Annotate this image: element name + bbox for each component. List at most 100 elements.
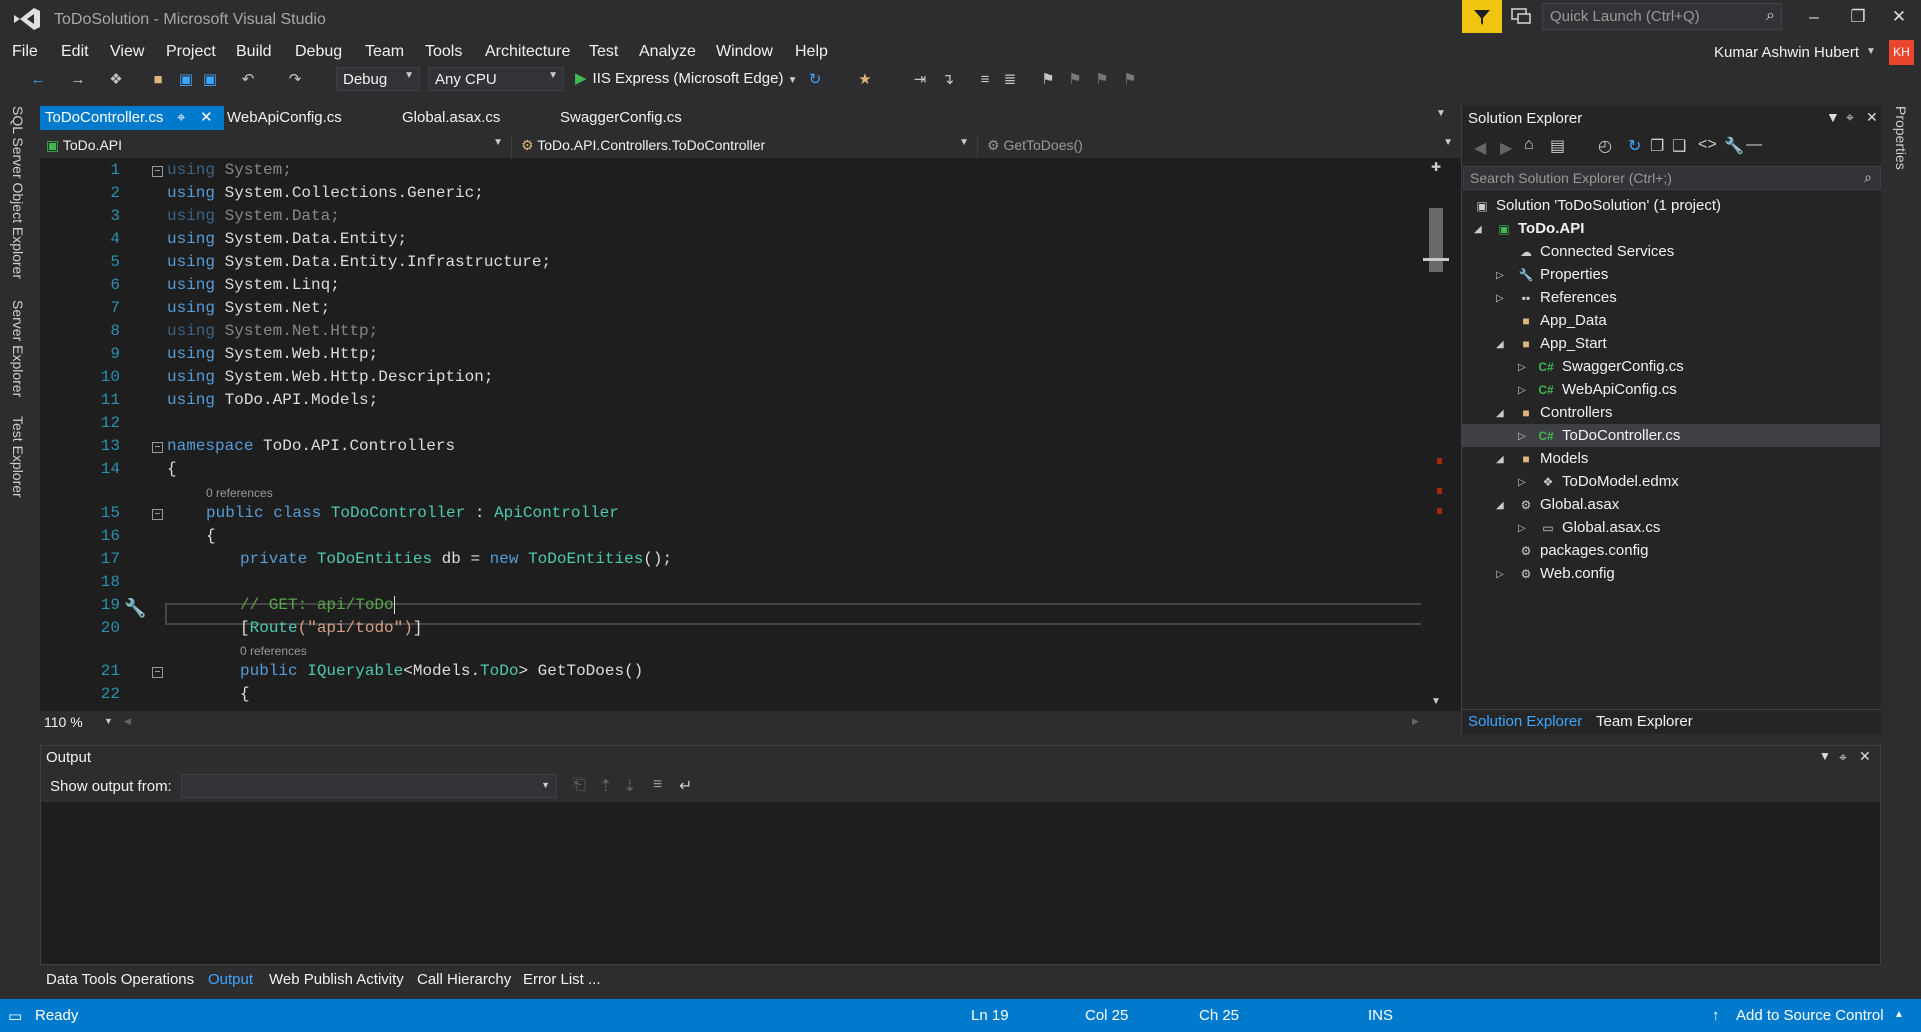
menu-debug[interactable]: Debug — [295, 43, 342, 61]
word-wrap-icon[interactable]: ↵ — [679, 776, 692, 796]
menu-tools[interactable]: Tools — [425, 43, 462, 61]
add-to-source-control-button[interactable]: Add to Source Control — [1736, 1007, 1884, 1024]
show-all-files-icon[interactable]: ❑ — [1672, 136, 1686, 156]
undo-icon[interactable]: ↶ — [238, 71, 258, 89]
previous-bookmark-icon[interactable]: ⚑ — [1065, 71, 1085, 89]
redo-icon[interactable]: ↷ — [285, 71, 305, 89]
class-dropdown[interactable]: ⚙ ToDo.API.Controllers.ToDoController ▼ — [515, 134, 978, 158]
tree-item-todocontroller[interactable]: ▷ C# ToDoController.cs — [1462, 424, 1880, 447]
start-debugging-button[interactable]: ▶ IIS Express (Microsoft Edge) ▼ — [575, 69, 798, 87]
close-button[interactable]: ✕ — [1882, 4, 1916, 30]
collapsed-icon[interactable]: ▷ — [1496, 287, 1504, 310]
project-dropdown[interactable]: ▣ ToDo.API ▼ — [40, 134, 512, 158]
expanded-icon[interactable]: ◢ — [1496, 333, 1504, 356]
window-position-icon[interactable]: ▼ — [1826, 109, 1840, 125]
scroll-down-icon[interactable]: ▼ — [1431, 696, 1441, 707]
collapse-icon[interactable]: − — [152, 166, 163, 177]
menu-window[interactable]: Window — [716, 43, 773, 61]
menu-analyze[interactable]: Analyze — [639, 43, 696, 61]
next-bookmark-icon[interactable]: ⚑ — [1092, 71, 1112, 89]
solution-search-input[interactable]: Search Solution Explorer (Ctrl+;) ⌕ — [1463, 166, 1881, 190]
uncomment-lines-icon[interactable]: ≣ — [1000, 71, 1020, 89]
expanded-icon[interactable]: ◢ — [1496, 448, 1504, 471]
collapse-icon[interactable]: − — [152, 442, 163, 453]
home-icon[interactable]: ⌂ — [1524, 136, 1534, 154]
split-icon[interactable]: ✚ — [1431, 160, 1441, 174]
tree-item-todomodel[interactable]: ▷ ❖ ToDoModel.edmx — [1462, 470, 1880, 493]
scroll-left-icon[interactable]: ◀ — [124, 716, 131, 727]
restore-button[interactable]: ❐ — [1841, 4, 1875, 30]
switch-views-icon[interactable]: ▤ — [1550, 136, 1565, 156]
menu-build[interactable]: Build — [236, 43, 272, 61]
clear-bookmarks-icon[interactable]: ⚑ — [1120, 71, 1140, 89]
navigate-back-icon[interactable]: ← — [28, 71, 48, 89]
tree-item-solution[interactable]: ▣ Solution 'ToDoSolution' (1 project) — [1462, 194, 1880, 217]
menu-test[interactable]: Test — [589, 43, 618, 61]
chevron-up-icon[interactable]: ▲ — [1894, 1009, 1904, 1020]
clear-all-icon[interactable]: ≡ — [653, 776, 662, 794]
tree-item-app-data[interactable]: ■ App_Data — [1462, 309, 1880, 332]
collapsed-icon[interactable]: ▷ — [1518, 517, 1526, 540]
tab-error-list[interactable]: Error List ... — [523, 971, 601, 988]
member-dropdown[interactable]: ⚙ GetToDoes() ▼ — [981, 134, 1461, 158]
collapse-all-icon[interactable]: ❐ — [1650, 136, 1664, 156]
preview-icon[interactable]: — — [1746, 136, 1762, 154]
close-icon[interactable]: ✕ — [1859, 748, 1871, 765]
output-source-select[interactable]: ▼ — [181, 774, 557, 798]
menu-team[interactable]: Team — [365, 43, 404, 61]
expanded-icon[interactable]: ◢ — [1474, 218, 1482, 241]
tab-swaggerconfig[interactable]: SwaggerConfig.cs — [555, 106, 687, 130]
tab-call-hierarchy[interactable]: Call Hierarchy — [417, 971, 511, 988]
window-position-icon[interactable]: ▼ — [1819, 749, 1831, 763]
tree-item-web-config[interactable]: ▷ ⚙ Web.config — [1462, 562, 1880, 585]
sql-server-object-explorer-tab[interactable]: SQL Server Object Explorer — [10, 106, 26, 279]
tree-item-project[interactable]: ◢ ▣ ToDo.API — [1462, 217, 1880, 240]
codelens-references[interactable]: 0 references — [206, 486, 273, 500]
code-editor[interactable]: 1 2 3 4 5 6 7 8 9 10 11 12 13 14 15 16 1… — [40, 158, 1461, 711]
browser-link-icon[interactable]: ★ — [855, 71, 875, 89]
tree-item-global-asax[interactable]: ◢ ⚙ Global.asax — [1462, 493, 1880, 516]
pin-icon[interactable]: ⌖ — [1839, 749, 1847, 766]
tree-item-webapiconfig[interactable]: ▷ C# WebApiConfig.cs — [1462, 378, 1880, 401]
tree-item-properties[interactable]: ▷ 🔧 Properties — [1462, 263, 1880, 286]
tab-overflow-chevron-icon[interactable]: ▼ — [1436, 108, 1446, 119]
collapsed-icon[interactable]: ▷ — [1496, 264, 1504, 287]
tab-webapiconfig[interactable]: WebApiConfig.cs — [222, 106, 347, 130]
pending-changes-filter-icon[interactable]: ◴ — [1598, 136, 1612, 156]
comment-lines-icon[interactable]: ≡ — [975, 71, 995, 89]
pin-icon[interactable]: ⌖ — [1846, 109, 1854, 126]
tab-todocontroller[interactable]: ToDoController.cs ⌖ ✕ — [40, 106, 224, 130]
open-file-icon[interactable]: ■ — [148, 71, 168, 89]
step-over-icon[interactable]: ↴ — [938, 71, 958, 89]
tree-item-packages-config[interactable]: ⚙ packages.config — [1462, 539, 1880, 562]
tree-item-connected-services[interactable]: ☁ Connected Services — [1462, 240, 1880, 263]
quick-launch-input[interactable]: Quick Launch (Ctrl+Q) ⌕ — [1542, 3, 1782, 30]
back-icon[interactable]: ◀ — [1474, 138, 1486, 158]
menu-help[interactable]: Help — [795, 43, 828, 61]
forward-icon[interactable]: ▶ — [1500, 138, 1512, 158]
scrollbar-thumb[interactable] — [1429, 208, 1443, 272]
properties-wrench-icon[interactable]: 🔧 — [1724, 136, 1744, 156]
solution-configuration-select[interactable]: Debug ▼ — [336, 67, 420, 91]
tree-item-references[interactable]: ▷ ▪▪ References — [1462, 286, 1880, 309]
tree-item-global-asax-cs[interactable]: ▷ ▭ Global.asax.cs — [1462, 516, 1880, 539]
menu-edit[interactable]: Edit — [61, 43, 89, 61]
collapse-icon[interactable]: − — [152, 509, 163, 520]
find-message-icon[interactable]: ⎗ — [573, 776, 586, 794]
tree-item-models[interactable]: ◢ ■ Models — [1462, 447, 1880, 470]
zoom-level[interactable]: 110 % — [44, 714, 83, 730]
collapsed-icon[interactable]: ▷ — [1496, 563, 1504, 586]
tab-team-explorer[interactable]: Team Explorer — [1596, 713, 1693, 730]
feedback-filter-button[interactable] — [1462, 0, 1502, 33]
new-project-icon[interactable]: ❖ — [106, 71, 126, 89]
collapsed-icon[interactable]: ▷ — [1518, 425, 1526, 448]
codelens-references[interactable]: 0 references — [240, 644, 307, 658]
step-into-icon[interactable]: ⇥ — [910, 71, 930, 89]
tree-item-swaggerconfig[interactable]: ▷ C# SwaggerConfig.cs — [1462, 355, 1880, 378]
tab-web-publish-activity[interactable]: Web Publish Activity — [269, 971, 404, 988]
tab-global-asax[interactable]: Global.asax.cs — [397, 106, 505, 130]
avatar[interactable]: KH — [1889, 40, 1914, 65]
tab-solution-explorer[interactable]: Solution Explorer — [1468, 713, 1582, 730]
properties-tab[interactable]: Properties — [1893, 106, 1909, 170]
zoom-chevron-icon[interactable]: ▼ — [104, 716, 113, 726]
